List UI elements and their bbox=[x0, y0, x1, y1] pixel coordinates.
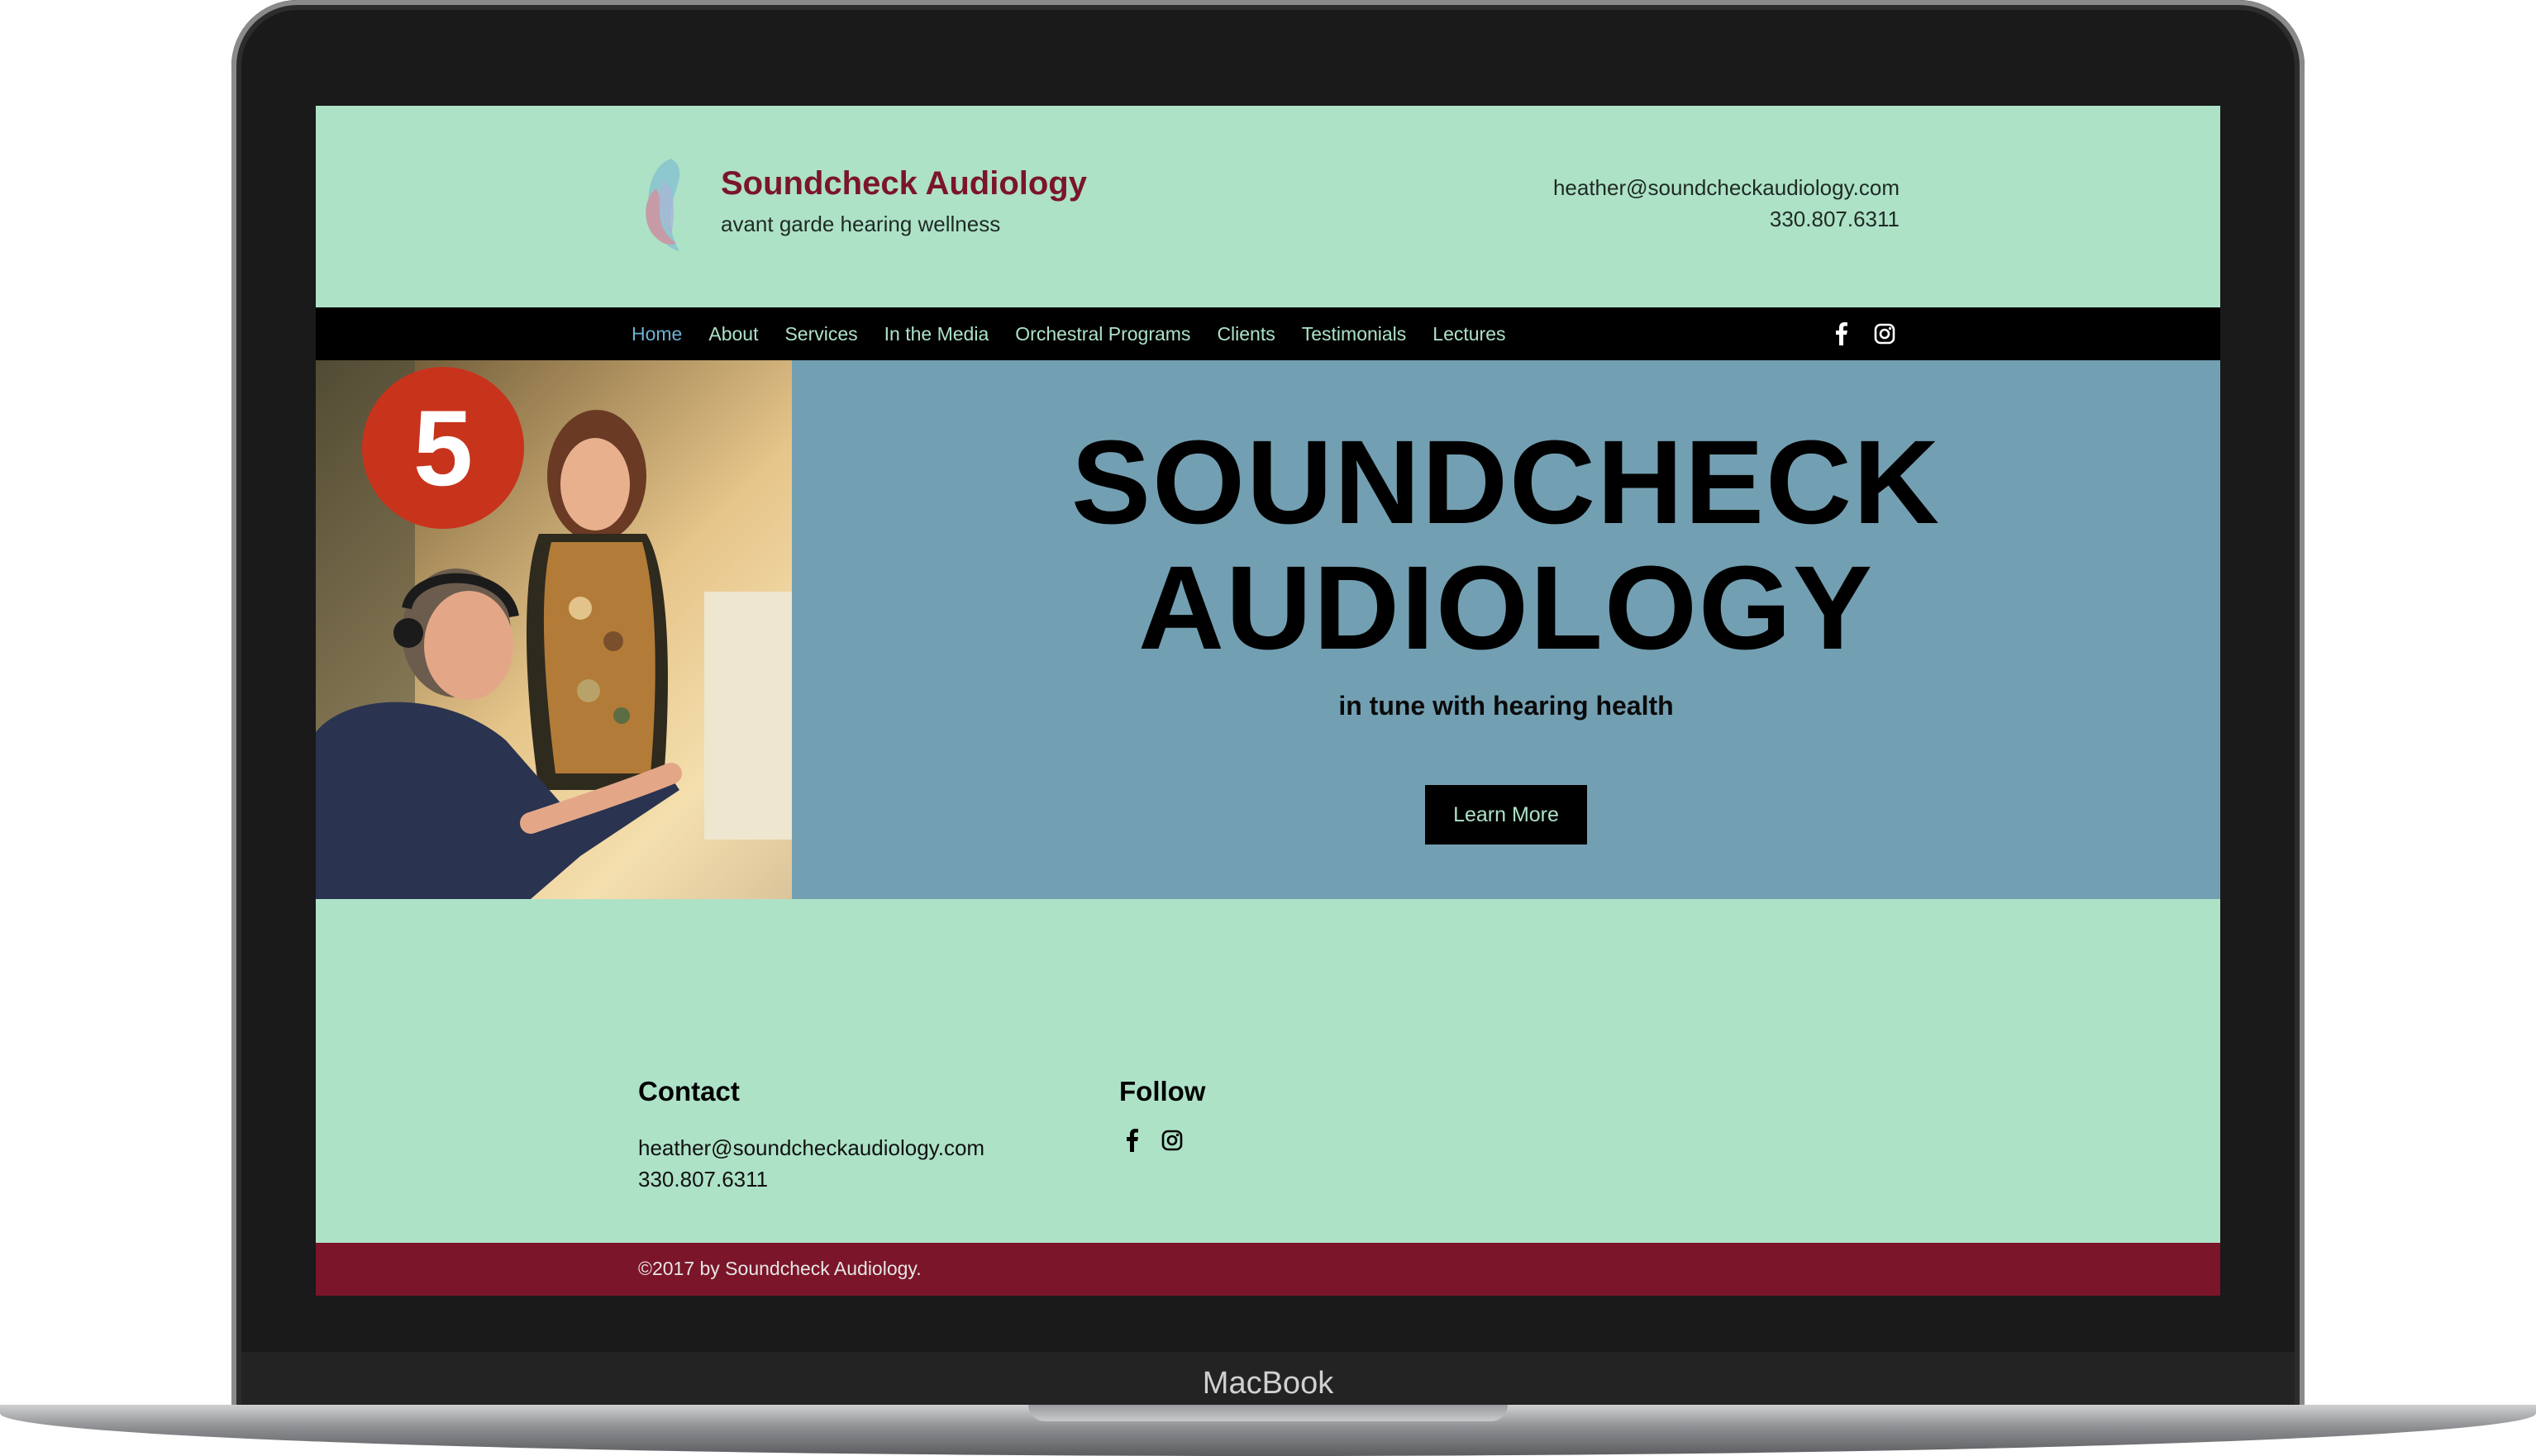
nav-item-services[interactable]: Services bbox=[784, 323, 857, 345]
facebook-icon[interactable] bbox=[1119, 1127, 1146, 1154]
nav-menu: Home About Services In the Media Orchest… bbox=[632, 307, 1506, 360]
copyright-text: ©2017 by Soundcheck Audiology. bbox=[638, 1258, 922, 1279]
hero-section: 5 SOUNDCHECK AUDIOLOGY in tune with hear… bbox=[316, 360, 2220, 899]
follow-heading: Follow bbox=[1119, 1076, 1206, 1106]
contact-heading: Contact bbox=[638, 1076, 740, 1106]
footer-email-link[interactable]: heather@soundcheckaudiology.com bbox=[638, 1135, 984, 1161]
instagram-icon[interactable] bbox=[1159, 1127, 1185, 1154]
facebook-icon[interactable] bbox=[1828, 321, 1855, 347]
header-email-link[interactable]: heather@soundcheckaudiology.com bbox=[1553, 175, 1900, 201]
site-header: Soundcheck Audiology avant garde hearing… bbox=[316, 106, 2220, 307]
website-screen: Soundcheck Audiology avant garde hearing… bbox=[316, 106, 2220, 1296]
learn-more-button[interactable]: Learn More bbox=[1425, 785, 1587, 845]
footer-phone: 330.807.6311 bbox=[638, 1167, 769, 1192]
device-label: MacBook bbox=[1202, 1365, 1334, 1401]
nav-item-home[interactable]: Home bbox=[632, 323, 682, 345]
nav-item-lectures[interactable]: Lectures bbox=[1432, 323, 1505, 345]
nav-item-about[interactable]: About bbox=[708, 323, 758, 345]
footer-social-links bbox=[1119, 1127, 1185, 1154]
laptop-notch bbox=[1028, 1405, 1508, 1421]
brand-name[interactable]: Soundcheck Audiology bbox=[721, 165, 1087, 202]
hero-title-line-2: AUDIOLOGY bbox=[1137, 541, 1874, 674]
instagram-icon[interactable] bbox=[1871, 321, 1898, 347]
main-nav: Home About Services In the Media Orchest… bbox=[316, 307, 2220, 360]
nav-item-testimonials[interactable]: Testimonials bbox=[1302, 323, 1407, 345]
nav-item-clients[interactable]: Clients bbox=[1217, 323, 1275, 345]
nav-item-orchestral-programs[interactable]: Orchestral Programs bbox=[1015, 323, 1190, 345]
nav-social-links bbox=[1828, 321, 1898, 347]
header-phone: 330.807.6311 bbox=[1769, 207, 1900, 231]
step-number-badge: 5 bbox=[362, 367, 524, 529]
hero-title: SOUNDCHECK AUDIOLOGY bbox=[792, 420, 2220, 671]
brand-tagline: avant garde hearing wellness bbox=[721, 212, 1001, 236]
copyright-bar: ©2017 by Soundcheck Audiology. bbox=[316, 1243, 2220, 1296]
hero-title-line-1: SOUNDCHECK bbox=[1070, 416, 1942, 549]
hero-subtitle: in tune with hearing health bbox=[1338, 691, 1674, 721]
logo-icon bbox=[646, 159, 680, 251]
nav-item-in-the-media[interactable]: In the Media bbox=[884, 323, 989, 345]
